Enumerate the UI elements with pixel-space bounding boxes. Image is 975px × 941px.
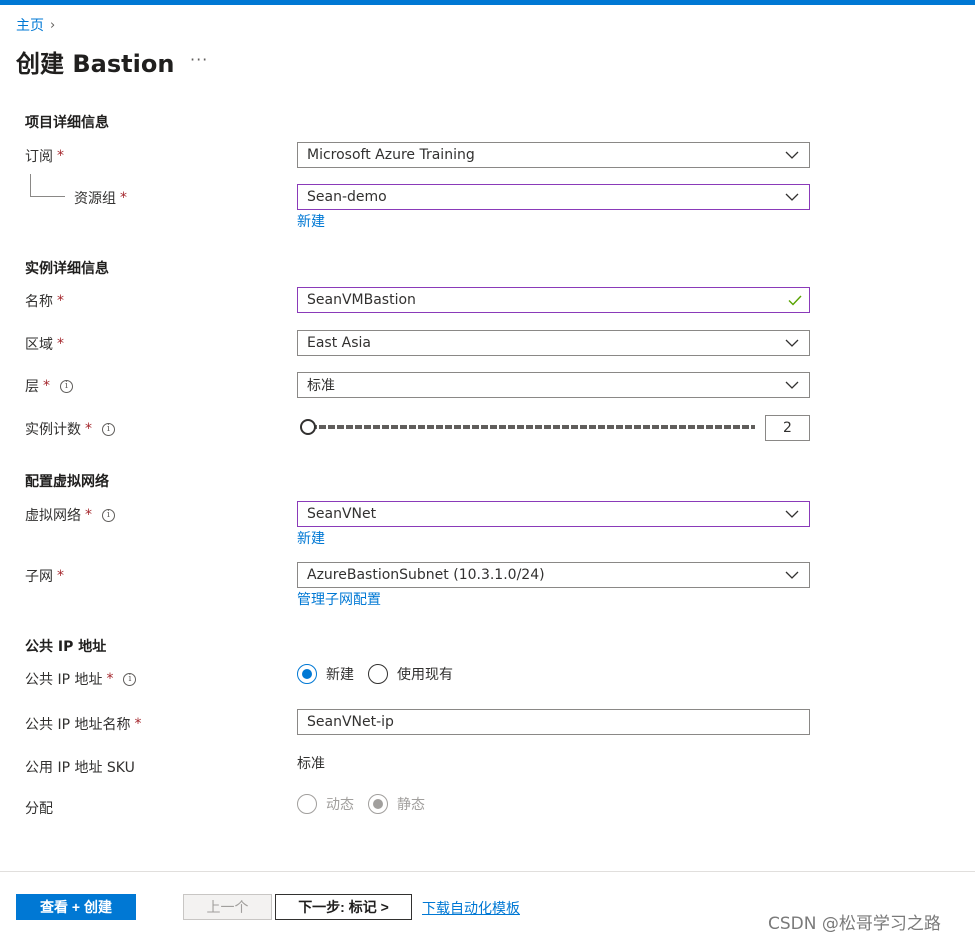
subnet-select[interactable]: AzureBastionSubnet (10.3.1.0/24) <box>297 562 810 588</box>
radio-new-label[interactable]: 新建 <box>326 664 354 684</box>
breadcrumb: 主页 › <box>16 15 55 35</box>
breadcrumb-home-link[interactable]: 主页 <box>16 15 44 35</box>
required-marker: * <box>43 378 50 394</box>
tier-value: 标准 <box>307 378 335 394</box>
required-marker: * <box>120 190 127 206</box>
section-public-ip: 公共 IP 地址 <box>25 639 107 655</box>
public-ip-name-value: SeanVNet-ip <box>307 714 394 730</box>
tier-label-text: 层 <box>25 379 39 395</box>
chevron-down-icon <box>785 339 799 347</box>
name-input[interactable]: SeanVMBastion <box>297 287 810 313</box>
required-marker: * <box>85 507 92 523</box>
resource-group-select[interactable]: Sean-demo <box>297 184 810 210</box>
resource-group-value: Sean-demo <box>307 189 387 205</box>
required-marker: * <box>57 336 64 352</box>
required-marker: * <box>57 148 64 164</box>
region-value: East Asia <box>307 335 371 351</box>
chevron-down-icon <box>785 381 799 389</box>
vnet-label: 虚拟网络 * i <box>25 505 115 525</box>
footer-divider <box>0 871 975 872</box>
subnet-value: AzureBastionSubnet (10.3.1.0/24) <box>307 567 545 583</box>
radio-use-existing[interactable] <box>368 664 388 684</box>
chevron-down-icon <box>785 193 799 201</box>
name-value: SeanVMBastion <box>307 292 416 308</box>
check-icon <box>788 295 802 306</box>
region-label-text: 区域 <box>25 337 53 353</box>
section-instance-details: 实例详细信息 <box>25 261 109 277</box>
top-accent-bar <box>0 0 975 5</box>
resource-group-label-text: 资源组 <box>74 191 116 207</box>
public-ip-sku-label: 公用 IP 地址 SKU <box>25 757 135 777</box>
required-marker: * <box>106 671 114 687</box>
public-ip-sku-label-text: 公用 IP 地址 SKU <box>25 760 135 776</box>
region-select[interactable]: East Asia <box>297 330 810 356</box>
radio-static-label: 静态 <box>397 797 425 813</box>
subnet-label: 子网 * <box>25 566 64 586</box>
info-icon[interactable]: i <box>123 672 137 686</box>
subscription-value: Microsoft Azure Training <box>307 147 475 163</box>
public-ip-sku-value: 标准 <box>297 756 325 772</box>
public-ip-name-input[interactable]: SeanVNet-ip <box>297 709 810 735</box>
instance-count-slider[interactable] <box>300 419 755 435</box>
review-create-button[interactable]: 查看 + 创建 <box>16 894 136 920</box>
subscription-label-text: 订阅 <box>25 149 53 165</box>
slider-thumb[interactable] <box>300 419 316 435</box>
region-label: 区域 * <box>25 334 64 354</box>
public-ip-name-label: 公共 IP 地址名称 * <box>25 714 141 734</box>
assignment-label-text: 分配 <box>25 801 53 817</box>
chevron-down-icon <box>785 151 799 159</box>
slider-track <box>310 425 755 429</box>
breadcrumb-separator: › <box>50 17 56 33</box>
section-configure-vnet: 配置虚拟网络 <box>25 474 109 490</box>
info-icon[interactable]: i <box>102 422 115 436</box>
public-ip-label: 公共 IP 地址 * i <box>25 669 137 689</box>
watermark: CSDN @松哥学习之路 <box>768 914 941 934</box>
required-marker: * <box>85 421 92 437</box>
page-title: 创建 Bastion <box>16 50 175 78</box>
radio-dynamic-label: 动态 <box>326 797 354 813</box>
resource-group-new-link[interactable]: 新建 <box>297 211 325 231</box>
vnet-label-text: 虚拟网络 <box>25 508 81 524</box>
vnet-new-link[interactable]: 新建 <box>297 528 325 548</box>
subnet-label-text: 子网 <box>25 569 53 585</box>
instance-count-label: 实例计数 * i <box>25 419 115 439</box>
required-marker: * <box>134 716 142 732</box>
assignment-label: 分配 <box>25 798 53 818</box>
tier-label: 层 * i <box>25 376 73 396</box>
instance-count-input[interactable]: 2 <box>765 415 810 441</box>
radio-use-existing-label[interactable]: 使用现有 <box>397 664 453 684</box>
radio-static <box>368 794 388 814</box>
public-ip-name-label-text: 公共 IP 地址名称 <box>25 717 131 733</box>
section-project-details: 项目详细信息 <box>25 115 109 131</box>
resource-group-label: 资源组 * <box>74 188 127 208</box>
radio-new[interactable] <box>297 664 317 684</box>
next-tags-button[interactable]: 下一步: 标记 > <box>275 894 412 920</box>
required-marker: * <box>57 568 64 584</box>
previous-button: 上一个 <box>183 894 272 920</box>
tier-select[interactable]: 标准 <box>297 372 810 398</box>
public-ip-label-text: 公共 IP 地址 <box>25 672 103 688</box>
chevron-down-icon <box>785 571 799 579</box>
manage-subnet-link[interactable]: 管理子网配置 <box>297 589 381 609</box>
vnet-select[interactable]: SeanVNet <box>297 501 810 527</box>
public-ip-radio-group: 新建 使用现有 <box>297 664 467 684</box>
info-icon[interactable]: i <box>60 379 73 393</box>
instance-count-label-text: 实例计数 <box>25 422 81 438</box>
download-template-link[interactable]: 下载自动化模板 <box>422 898 520 918</box>
radio-dynamic <box>297 794 317 814</box>
required-marker: * <box>57 293 64 309</box>
chevron-down-icon <box>785 510 799 518</box>
tree-connector <box>30 174 65 197</box>
name-label-text: 名称 <box>25 294 53 310</box>
assignment-radio-group: 动态 静态 <box>297 794 439 814</box>
more-options-icon[interactable]: ··· <box>190 50 208 69</box>
subscription-select[interactable]: Microsoft Azure Training <box>297 142 810 168</box>
subscription-label: 订阅 * <box>25 146 64 166</box>
vnet-value: SeanVNet <box>307 506 377 522</box>
name-label: 名称 * <box>25 291 64 311</box>
info-icon[interactable]: i <box>102 508 115 522</box>
